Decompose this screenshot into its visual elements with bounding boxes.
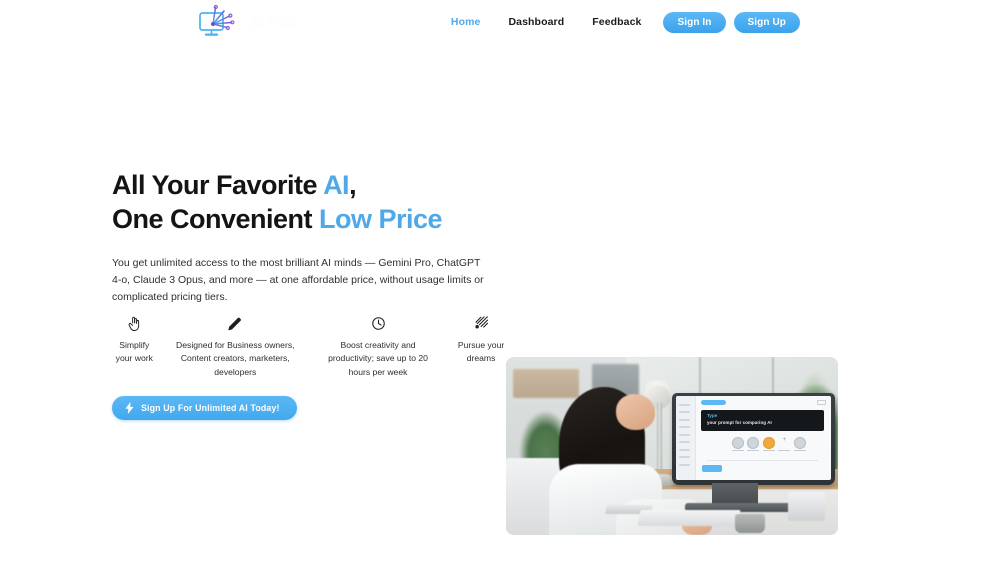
signup-cta-label: Sign Up For Unlimited AI Today!	[141, 403, 280, 413]
hero-image: Type your prompt for comparing AI +	[506, 357, 838, 535]
feature-item-pursue-dreams: Pursue your dreams	[452, 313, 510, 366]
feature-item-designed-for: Designed for Business owners, Content cr…	[175, 313, 296, 379]
brand-wordmark: AI Hub	[248, 13, 298, 31]
main-navigation: Home Dashboard Feedback Sign In Sign Up	[437, 12, 800, 33]
feature-label: Simplify your work	[115, 340, 153, 364]
nav-link-home[interactable]: Home	[437, 12, 495, 33]
pointing-hand-icon	[110, 313, 159, 333]
lightning-bolt-icon	[125, 402, 134, 414]
feature-item-boost-productivity: Boost creativity and productivity; save …	[322, 313, 434, 379]
sign-in-button[interactable]: Sign In	[663, 12, 726, 33]
model-chip	[794, 437, 806, 450]
feature-item-simplify: Simplify your work	[110, 313, 159, 366]
model-chip-add-icon: +	[782, 437, 787, 444]
headline-line-1: All Your Favorite AI,	[112, 170, 357, 200]
app-sidebar	[676, 396, 697, 480]
signup-cta-button[interactable]: Sign Up For Unlimited AI Today!	[112, 396, 297, 420]
person-face	[615, 394, 656, 430]
comet-icon	[452, 313, 510, 333]
ai-model-selector: +	[731, 437, 806, 450]
brand-logo[interactable]: AI Hub	[196, 2, 298, 42]
keyboard	[637, 510, 741, 527]
app-topbar-pill	[700, 399, 726, 406]
headline-text-plain-1: All Your Favorite	[112, 170, 324, 200]
hero-description: You get unlimited access to the most bri…	[112, 257, 484, 304]
prompt-line-2: your prompt for comparing AI	[706, 420, 772, 426]
clock-icon	[322, 313, 434, 333]
page-title: All Your Favorite AI, One Convenient Low…	[112, 168, 502, 236]
prompt-line-1: Type	[706, 413, 718, 419]
hero-section: All Your Favorite AI, One Convenient Low…	[0, 150, 1000, 535]
headline-text-accent-2: Low Price	[319, 204, 443, 235]
send-button	[702, 465, 723, 473]
computer-monitor: Type your prompt for comparing AI +	[672, 392, 835, 486]
nav-link-feedback[interactable]: Feedback	[578, 12, 655, 33]
pencil-icon	[175, 313, 296, 333]
window-control-icon	[816, 399, 826, 406]
monitor-circuit-logo-icon	[199, 4, 235, 36]
feature-label: Boost creativity and productivity; save …	[328, 340, 428, 377]
hero-image-scene: Type your prompt for comparing AI +	[506, 357, 838, 535]
nav-link-dashboard[interactable]: Dashboard	[494, 12, 578, 33]
headline-text-accent-1: AI	[323, 170, 350, 200]
model-chip	[747, 437, 760, 450]
sign-up-button[interactable]: Sign Up	[733, 12, 800, 33]
hero-copy: All Your Favorite AI, One Convenient Low…	[112, 168, 502, 306]
landing-page: AI Hub Home Dashboard Feedback Sign In S…	[0, 0, 1000, 563]
background-shelf	[512, 369, 580, 398]
mug	[735, 513, 765, 534]
headline-text-comma: ,	[349, 170, 357, 200]
model-chip	[731, 437, 744, 450]
model-label-row	[731, 449, 806, 455]
desk-speaker	[788, 492, 825, 521]
model-chip-selected	[762, 437, 775, 450]
prompt-input-box: Type your prompt for comparing AI	[700, 409, 825, 432]
headline-text-plain-2: One Convenient	[112, 204, 320, 235]
content-divider	[706, 459, 819, 461]
feature-label: Pursue your dreams	[457, 340, 505, 364]
feature-list: Simplify your work Designed for Business…	[110, 313, 510, 379]
headline-line-2: One Convenient Low Price	[112, 204, 443, 235]
feature-label: Designed for Business owners, Content cr…	[176, 340, 295, 377]
site-header: AI Hub Home Dashboard Feedback Sign In S…	[0, 0, 1000, 46]
monitor-screen: Type your prompt for comparing AI +	[676, 396, 831, 480]
